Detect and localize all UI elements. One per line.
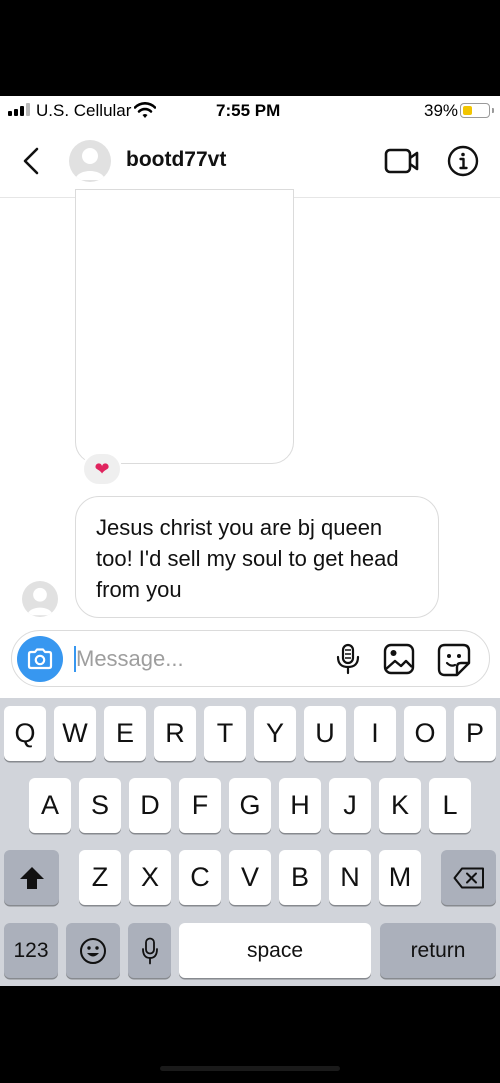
key-c[interactable]: C bbox=[179, 850, 221, 905]
conversation-header: bootd77vt bbox=[0, 126, 500, 198]
key-o[interactable]: O bbox=[404, 706, 446, 761]
key-t[interactable]: T bbox=[204, 706, 246, 761]
gallery-icon[interactable] bbox=[383, 643, 415, 675]
key-i[interactable]: I bbox=[354, 706, 396, 761]
battery-icon bbox=[460, 103, 494, 118]
wifi-icon bbox=[134, 102, 156, 118]
key-w[interactable]: W bbox=[54, 706, 96, 761]
key-b[interactable]: B bbox=[279, 850, 321, 905]
carrier-name: U.S. Cellular bbox=[36, 101, 132, 120]
phone-screen: U.S. Cellular 7:55 PM 39% bootd77vt ❤ Je… bbox=[0, 96, 500, 986]
camera-icon bbox=[27, 648, 53, 670]
onscreen-keyboard: QWERTYUIOP ASDFGHJKL ZXCVBNM 123 space r… bbox=[0, 698, 500, 986]
key-a[interactable]: A bbox=[29, 778, 71, 833]
cellular-signal-icon bbox=[8, 103, 30, 116]
key-j[interactable]: J bbox=[329, 778, 371, 833]
info-icon[interactable] bbox=[447, 145, 479, 177]
battery-percentage: 39% bbox=[424, 101, 459, 120]
sender-avatar[interactable] bbox=[22, 581, 58, 617]
key-n[interactable]: N bbox=[329, 850, 371, 905]
key-z[interactable]: Z bbox=[79, 850, 121, 905]
key-k[interactable]: K bbox=[379, 778, 421, 833]
heart-icon: ❤ bbox=[94, 458, 110, 479]
backspace-icon bbox=[453, 867, 484, 888]
battery-level bbox=[462, 105, 472, 115]
message-input[interactable] bbox=[76, 643, 306, 675]
key-h[interactable]: H bbox=[279, 778, 321, 833]
key-l[interactable]: L bbox=[429, 778, 471, 833]
key-g[interactable]: G bbox=[229, 778, 271, 833]
return-key[interactable]: return bbox=[380, 923, 496, 978]
key-m[interactable]: M bbox=[379, 850, 421, 905]
contact-avatar[interactable] bbox=[69, 140, 111, 182]
key-y[interactable]: Y bbox=[254, 706, 296, 761]
message-composer bbox=[11, 630, 490, 687]
key-v[interactable]: V bbox=[229, 850, 271, 905]
key-q[interactable]: Q bbox=[4, 706, 46, 761]
numbers-key-label: 123 bbox=[13, 938, 49, 962]
emoji-key[interactable] bbox=[66, 923, 120, 978]
key-d[interactable]: D bbox=[129, 778, 171, 833]
shift-key[interactable] bbox=[4, 850, 59, 905]
dictation-key[interactable] bbox=[128, 923, 171, 978]
status-time: 7:55 PM bbox=[216, 101, 281, 120]
shift-arrow-icon bbox=[19, 866, 44, 889]
message-bubble[interactable]: Jesus christ you are bj queen too! I'd s… bbox=[75, 496, 439, 618]
key-e[interactable]: E bbox=[104, 706, 146, 761]
video-camera-icon[interactable] bbox=[384, 148, 420, 174]
space-key-label: space bbox=[246, 938, 304, 962]
status-bar: U.S. Cellular 7:55 PM 39% bbox=[0, 96, 500, 126]
key-r[interactable]: R bbox=[154, 706, 196, 761]
media-message[interactable] bbox=[75, 189, 294, 464]
key-f[interactable]: F bbox=[179, 778, 221, 833]
home-indicator[interactable] bbox=[160, 1066, 340, 1071]
emoji-icon bbox=[80, 937, 106, 964]
key-u[interactable]: U bbox=[304, 706, 346, 761]
key-s[interactable]: S bbox=[79, 778, 121, 833]
top-bezel bbox=[0, 0, 500, 96]
chevron-left-icon[interactable] bbox=[20, 146, 44, 176]
message-text: Jesus christ you are bj queen too! I'd s… bbox=[96, 515, 399, 602]
key-x[interactable]: X bbox=[129, 850, 171, 905]
default-avatar-icon bbox=[27, 587, 53, 616]
heart-reaction[interactable]: ❤ bbox=[82, 452, 122, 486]
space-key[interactable]: space bbox=[179, 923, 371, 978]
key-p[interactable]: P bbox=[454, 706, 496, 761]
numbers-key[interactable]: 123 bbox=[4, 923, 58, 978]
message-thread: ❤ Jesus christ you are bj queen too! I'd… bbox=[0, 189, 500, 629]
return-key-label: return bbox=[410, 938, 466, 962]
backspace-key[interactable] bbox=[441, 850, 496, 905]
camera-button[interactable] bbox=[17, 636, 63, 682]
microphone-icon bbox=[141, 937, 158, 964]
default-avatar-icon bbox=[75, 148, 105, 180]
sticker-icon[interactable] bbox=[437, 643, 471, 677]
contact-username[interactable]: bootd77vt bbox=[126, 148, 226, 172]
bottom-bezel bbox=[0, 986, 500, 1083]
microphone-icon[interactable] bbox=[335, 643, 361, 675]
